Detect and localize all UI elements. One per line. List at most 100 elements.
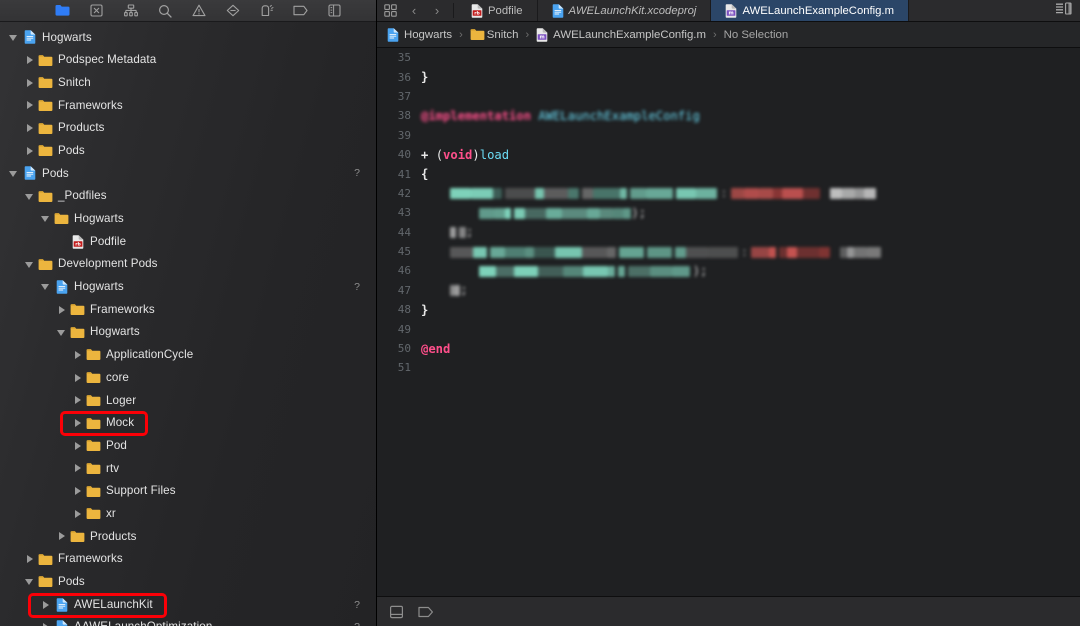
folder-icon	[86, 484, 101, 499]
disclosure-triangle-closed[interactable]	[56, 304, 67, 315]
disclosure-triangle-closed[interactable]	[24, 100, 35, 111]
editor-options-icon[interactable]	[1055, 1, 1072, 20]
tree-row-label: AWELaunchKit	[74, 597, 153, 611]
tree-row[interactable]: core	[0, 366, 376, 389]
line-number: 45	[397, 245, 411, 259]
tree-row[interactable]: Frameworks	[0, 298, 376, 321]
disclosure-triangle-closed[interactable]	[40, 599, 51, 610]
disclosure-triangle-closed[interactable]	[72, 418, 83, 429]
folder-icon	[86, 461, 101, 476]
editor-tab[interactable]: m AWELaunchExampleConfig.m	[711, 0, 909, 21]
tree-row[interactable]: Hogwarts	[0, 26, 376, 49]
editor-tab[interactable]: rb Podfile	[457, 0, 538, 21]
tree-row[interactable]: Support Files	[0, 480, 376, 503]
tab-overview-icon[interactable]	[384, 4, 397, 17]
disclosure-triangle-closed[interactable]	[24, 77, 35, 88]
tree-row[interactable]: Frameworks	[0, 548, 376, 571]
disclosure-triangle-open[interactable]	[24, 259, 35, 270]
tree-row[interactable]: ApplicationCycle	[0, 344, 376, 367]
disclosure-triangle-closed[interactable]	[72, 440, 83, 451]
disclosure-triangle-closed[interactable]	[72, 395, 83, 406]
tree-row[interactable]: Pods	[0, 571, 376, 594]
disclosure-triangle-closed[interactable]	[72, 508, 83, 519]
line-number: 47	[397, 283, 411, 297]
code-line: 47;	[377, 281, 1080, 300]
tree-row[interactable]: Hogwarts?	[0, 276, 376, 299]
tree-row[interactable]: Pod	[0, 434, 376, 457]
issue-navigator-icon[interactable]	[191, 3, 206, 18]
source-control-navigator-icon[interactable]	[89, 3, 104, 18]
tree-row-label: Snitch	[58, 75, 91, 89]
editor-tab-label: AWELaunchExampleConfig.m	[742, 4, 894, 17]
breadcrumb[interactable]: Hogwarts › Snitch › m AWELaunchExampleConfig.…	[377, 22, 1080, 48]
symbol-navigator-icon[interactable]	[123, 3, 138, 18]
tree-row[interactable]: AAWELaunchOptimization?	[0, 616, 376, 626]
disclosure-triangle-open[interactable]	[56, 327, 67, 338]
tree-row[interactable]: Hogwarts	[0, 208, 376, 231]
disclosure-triangle-open[interactable]	[24, 576, 35, 587]
code-line: 48}	[377, 300, 1080, 319]
tree-row-label: xr	[106, 506, 116, 520]
disclosure-triangle-open[interactable]	[40, 213, 51, 224]
tree-row[interactable]: Mock	[0, 412, 376, 435]
tree-row[interactable]: AWELaunchKit?	[0, 593, 376, 616]
disclosure-triangle-closed[interactable]	[72, 486, 83, 497]
disclosure-triangle-closed[interactable]	[72, 349, 83, 360]
disclosure-triangle-closed[interactable]	[24, 123, 35, 134]
code-line-content: :	[421, 186, 876, 200]
disclosure-triangle-open[interactable]	[40, 281, 51, 292]
tree-row[interactable]: Products	[0, 525, 376, 548]
tree-row[interactable]: _Podfiles	[0, 185, 376, 208]
line-number: 42	[397, 186, 411, 200]
disclosure-triangle-open[interactable]	[24, 191, 35, 202]
project-file-tree[interactable]: Hogwarts Podspec Metadata Snitch Frameworks…	[0, 22, 376, 626]
disclosure-triangle-closed[interactable]	[24, 55, 35, 66]
breadcrumb-item[interactable]: Snitch	[470, 28, 518, 42]
debug-navigator-icon[interactable]	[259, 3, 274, 18]
tree-row[interactable]: Pods	[0, 139, 376, 162]
breadcrumb-item[interactable]: No Selection	[724, 29, 789, 41]
disclosure-triangle-closed[interactable]	[40, 622, 51, 626]
navigate-forward-button[interactable]: ›	[431, 4, 443, 17]
editor-tab[interactable]: AWELaunchKit.xcodeproj	[538, 0, 712, 21]
tree-row[interactable]: Frameworks	[0, 94, 376, 117]
tab-bar-divider	[453, 3, 454, 18]
tree-row[interactable]: rb Podfile	[0, 230, 376, 253]
folder-icon	[38, 574, 53, 589]
breadcrumb-item[interactable]: m AWELaunchExampleConfig.m	[536, 27, 706, 42]
disclosure-triangle-open[interactable]	[8, 32, 19, 43]
breadcrumb-item[interactable]: Hogwarts	[387, 27, 452, 42]
tree-row[interactable]: Products	[0, 117, 376, 140]
navigate-back-button[interactable]: ‹	[408, 4, 420, 17]
tree-row[interactable]: Snitch	[0, 71, 376, 94]
tree-row[interactable]: Hogwarts	[0, 321, 376, 344]
navigator-toolbar	[0, 0, 376, 22]
tree-row[interactable]: rtv	[0, 457, 376, 480]
disclosure-triangle-open[interactable]	[8, 168, 19, 179]
folder-icon	[38, 552, 53, 567]
show-minimap-icon[interactable]	[389, 605, 404, 619]
tag-icon[interactable]	[418, 605, 433, 619]
project-navigator-icon[interactable]	[55, 3, 70, 18]
disclosure-triangle-closed[interactable]	[56, 531, 67, 542]
tree-row-label: Frameworks	[58, 552, 123, 566]
code-line: 50 @end	[377, 339, 1080, 358]
line-number: 38	[397, 109, 411, 123]
breakpoint-navigator-icon[interactable]	[293, 3, 308, 18]
tree-row[interactable]: Pods?	[0, 162, 376, 185]
disclosure-triangle-closed[interactable]	[24, 554, 35, 565]
report-navigator-icon[interactable]	[327, 3, 342, 18]
tree-row[interactable]: Development Pods	[0, 253, 376, 276]
tree-row[interactable]: Loger	[0, 389, 376, 412]
disclosure-triangle-closed[interactable]	[24, 145, 35, 156]
disclosure-triangle-closed[interactable]	[72, 463, 83, 474]
code-editor[interactable]: 35 36} 37 38 @implementation AWELaunchExampl…	[377, 48, 1080, 596]
missing-file-indicator: ?	[354, 167, 360, 180]
disclosure-triangle-closed[interactable]	[72, 372, 83, 383]
find-navigator-icon[interactable]	[157, 3, 172, 18]
tree-row[interactable]: xr	[0, 502, 376, 525]
tree-row[interactable]: Podspec Metadata	[0, 49, 376, 72]
test-navigator-icon[interactable]	[225, 3, 240, 18]
svg-text:m: m	[540, 34, 545, 40]
code-line: 38 @implementation AWELaunchExampleConfig	[377, 106, 1080, 125]
